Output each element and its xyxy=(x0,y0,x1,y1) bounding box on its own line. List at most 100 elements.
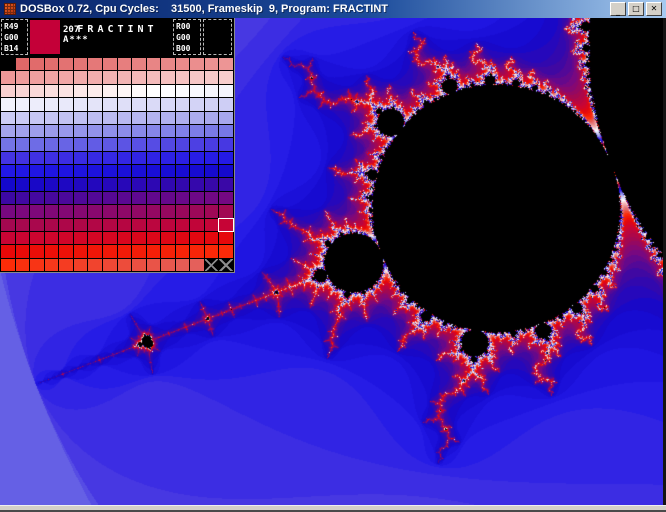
palette-cell[interactable] xyxy=(118,58,132,70)
palette-cell[interactable] xyxy=(190,219,204,231)
palette-cell[interactable] xyxy=(88,178,102,190)
palette-cell[interactable] xyxy=(219,165,233,177)
palette-cell[interactable] xyxy=(1,232,15,244)
palette-cell[interactable] xyxy=(88,58,102,70)
palette-cell[interactable] xyxy=(132,178,146,190)
palette-cell[interactable] xyxy=(190,112,204,124)
palette-cell[interactable] xyxy=(176,259,190,271)
palette-cell[interactable] xyxy=(176,245,190,257)
palette-cell[interactable] xyxy=(59,165,73,177)
palette-cell[interactable] xyxy=(219,58,233,70)
palette-cell[interactable] xyxy=(147,205,161,217)
palette-cell[interactable] xyxy=(132,85,146,97)
palette-cell[interactable] xyxy=(176,112,190,124)
palette-cell[interactable] xyxy=(103,85,117,97)
palette-cell[interactable] xyxy=(132,205,146,217)
palette-cell[interactable] xyxy=(161,152,175,164)
palette-cell[interactable] xyxy=(147,125,161,137)
palette-cell[interactable] xyxy=(16,259,30,271)
palette-cell[interactable] xyxy=(190,71,204,83)
palette-cell[interactable] xyxy=(30,125,44,137)
palette-cell[interactable] xyxy=(190,152,204,164)
palette-cell[interactable] xyxy=(16,219,30,231)
palette-cell[interactable] xyxy=(205,58,219,70)
title-bar[interactable]: DOSBox 0.72, Cpu Cycles: 31500, Frameski… xyxy=(0,0,666,18)
palette-cell[interactable] xyxy=(205,259,219,271)
palette-cell[interactable] xyxy=(147,152,161,164)
palette-cell[interactable] xyxy=(45,259,59,271)
palette-cell[interactable] xyxy=(118,112,132,124)
palette-cell[interactable] xyxy=(74,152,88,164)
palette-cell[interactable] xyxy=(103,165,117,177)
palette-cell[interactable] xyxy=(103,245,117,257)
palette-cell[interactable] xyxy=(74,125,88,137)
palette-cell[interactable] xyxy=(16,98,30,110)
palette-cell[interactable] xyxy=(205,138,219,150)
palette-cell[interactable] xyxy=(45,205,59,217)
palette-cell[interactable] xyxy=(190,165,204,177)
palette-cell[interactable] xyxy=(1,98,15,110)
palette-cell[interactable] xyxy=(88,165,102,177)
palette-cell[interactable] xyxy=(118,125,132,137)
palette-cell[interactable] xyxy=(176,165,190,177)
palette-cell[interactable] xyxy=(161,232,175,244)
palette-cell[interactable] xyxy=(88,125,102,137)
palette-cell[interactable] xyxy=(147,178,161,190)
palette-cell[interactable] xyxy=(132,245,146,257)
palette-cell[interactable] xyxy=(118,98,132,110)
palette-cell[interactable] xyxy=(88,71,102,83)
palette-cell[interactable] xyxy=(59,85,73,97)
palette-cell[interactable] xyxy=(219,205,233,217)
palette-cell[interactable] xyxy=(30,152,44,164)
palette-cell[interactable] xyxy=(16,192,30,204)
palette-cell[interactable] xyxy=(45,71,59,83)
palette-cell[interactable] xyxy=(1,219,15,231)
palette-cell[interactable] xyxy=(176,152,190,164)
palette-cell[interactable] xyxy=(205,71,219,83)
palette-cell[interactable] xyxy=(1,138,15,150)
palette-cell[interactable] xyxy=(161,165,175,177)
palette-cell[interactable] xyxy=(147,192,161,204)
palette-cell[interactable] xyxy=(103,259,117,271)
palette-cell[interactable] xyxy=(74,232,88,244)
palette-cell[interactable] xyxy=(59,58,73,70)
palette-cell[interactable] xyxy=(59,125,73,137)
palette-cell[interactable] xyxy=(16,125,30,137)
palette-cell[interactable] xyxy=(190,85,204,97)
palette-cell[interactable] xyxy=(205,98,219,110)
palette-cell[interactable] xyxy=(132,71,146,83)
palette-cell[interactable] xyxy=(176,192,190,204)
palette-cell[interactable] xyxy=(103,205,117,217)
palette-cell[interactable] xyxy=(1,152,15,164)
palette-cell[interactable] xyxy=(30,245,44,257)
palette-cell[interactable] xyxy=(59,219,73,231)
palette-cell[interactable] xyxy=(103,98,117,110)
palette-cell[interactable] xyxy=(147,245,161,257)
palette-cell[interactable] xyxy=(45,85,59,97)
palette-cell[interactable] xyxy=(219,98,233,110)
palette-cell[interactable] xyxy=(176,85,190,97)
palette-cell[interactable] xyxy=(190,232,204,244)
palette-cell[interactable] xyxy=(147,165,161,177)
palette-cell[interactable] xyxy=(88,112,102,124)
palette-cell[interactable] xyxy=(147,58,161,70)
palette-cell[interactable] xyxy=(30,112,44,124)
palette-cell[interactable] xyxy=(88,232,102,244)
palette-cell[interactable] xyxy=(74,192,88,204)
palette-cell[interactable] xyxy=(74,259,88,271)
other-color-swatch[interactable] xyxy=(203,19,232,55)
palette-cell[interactable] xyxy=(176,219,190,231)
palette-cell[interactable] xyxy=(30,219,44,231)
palette-cell[interactable] xyxy=(161,85,175,97)
palette-cell[interactable] xyxy=(30,58,44,70)
palette-cell[interactable] xyxy=(1,245,15,257)
palette-cell[interactable] xyxy=(205,192,219,204)
palette-cell[interactable] xyxy=(59,138,73,150)
palette-cell[interactable] xyxy=(59,112,73,124)
palette-cell[interactable] xyxy=(30,205,44,217)
palette-cell[interactable] xyxy=(103,232,117,244)
palette-cell[interactable] xyxy=(132,219,146,231)
palette-cell[interactable] xyxy=(147,71,161,83)
palette-cell[interactable] xyxy=(16,165,30,177)
palette-cell[interactable] xyxy=(1,85,15,97)
